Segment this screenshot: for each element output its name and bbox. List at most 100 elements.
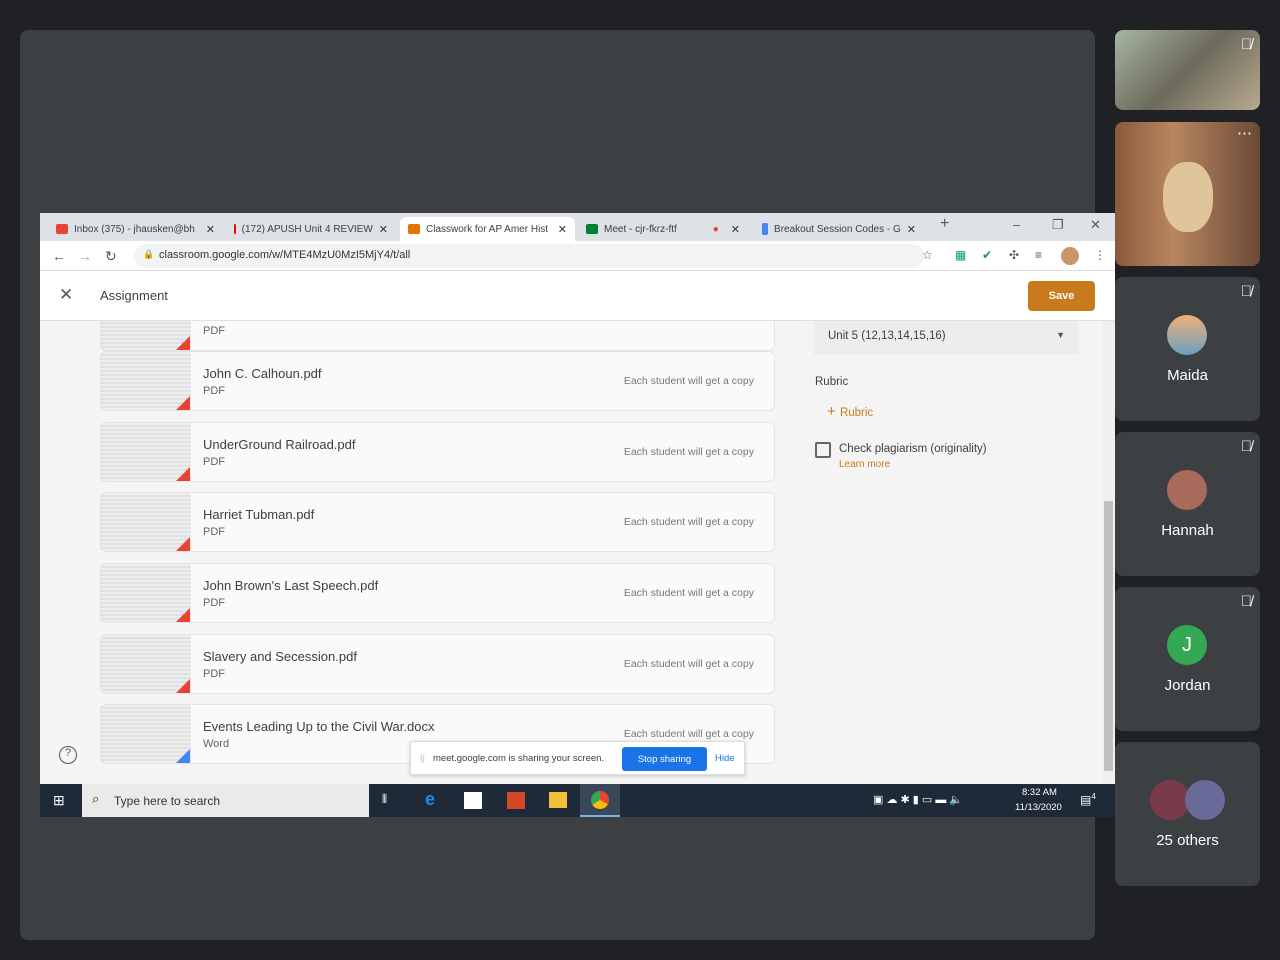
help-icon[interactable]: ? [59,746,77,764]
tab-meet[interactable]: Meet - cjr-fkrz-ftf ● ✕ [578,217,748,241]
close-icon[interactable]: ✕ [558,223,567,236]
tab-label: Inbox (375) - jhausken@bh [74,223,195,235]
word-icon [176,749,190,763]
save-button[interactable]: Save [1028,281,1095,311]
windows-taskbar: ⊞ ⌕ Type here to search ⫴ e ▣ ☁ ✱ ▮ ▭ ▬ 🔈… [40,784,1115,817]
docs-icon [762,223,769,235]
participant-video-host[interactable]: ⋯ [1115,122,1260,266]
clock-time[interactable]: 8:32 AM [1022,787,1057,798]
attachment-row[interactable]: UnderGround Railroad.pdf PDF Each studen… [100,422,775,482]
menu-icon[interactable]: ⋮ [1094,248,1106,262]
tab-youtube[interactable]: (172) APUSH Unit 4 REVIEW ✕ [226,217,396,241]
copy-mode-select[interactable]: Each student will get a copy [624,375,754,387]
tab-label: Classwork for AP Amer Hist [426,223,549,235]
participant-tile-jordan[interactable]: 🎙̸ J Jordan [1115,587,1260,731]
hide-button[interactable]: Hide [715,753,735,764]
stop-sharing-button[interactable]: Stop sharing [622,747,707,771]
attachment-row[interactable]: John Brown's Last Speech.pdf PDF Each st… [100,563,775,623]
notifications-icon[interactable]: ▤4 [1080,792,1096,807]
attachment-row[interactable]: Slavery and Secession.pdf PDF Each stude… [100,634,775,694]
gmail-icon [56,224,68,234]
check-extension-icon[interactable]: ✔ [982,248,992,262]
recording-icon: ● [712,223,719,235]
lock-icon: 🔒 [143,249,155,259]
copy-mode-select[interactable]: Each student will get a copy [624,658,754,670]
windows-start-icon[interactable]: ⊞ [53,792,65,809]
presentation-stage: Inbox (375) - jhausken@bh ✕ (172) APUSH U… [20,30,1115,940]
tab-gmail[interactable]: Inbox (375) - jhausken@bh ✕ [48,217,223,241]
pdf-icon [176,336,190,350]
close-icon[interactable]: ✕ [907,223,916,236]
powerpoint-icon[interactable] [507,792,525,809]
scrollbar[interactable] [1102,321,1115,784]
file-name: John C. Calhoun.pdf [203,366,322,381]
tab-docs[interactable]: Breakout Session Codes - G ✕ [754,217,924,241]
topic-select[interactable]: Unit 5 (12,13,14,15,16) ▼ [814,321,1079,355]
back-icon[interactable]: ← [52,248,66,264]
restore-button[interactable]: ❐ [1052,217,1064,233]
copy-mode-select[interactable]: Each student will get a copy [624,446,754,458]
file-type: Word [203,738,230,750]
add-rubric-button[interactable]: + Rubric [827,403,873,420]
participant-name: Jordan [1164,677,1211,694]
sheets-extension-icon[interactable]: ▦ [955,248,966,262]
attachment-row[interactable]: Harriet Tubman.pdf PDF Each student will… [100,492,775,552]
drag-handle[interactable]: || [420,753,425,764]
copy-mode-select[interactable]: Each student will get a copy [624,728,754,740]
close-icon[interactable]: ✕ [59,285,73,305]
avatar [1185,780,1225,820]
tab-classroom[interactable]: Classwork for AP Amer Hist ✕ [400,217,575,241]
file-type: PDF [203,597,225,609]
more-options-icon[interactable]: ⋯ [1237,124,1252,142]
minimize-button[interactable]: – [1013,217,1020,232]
assignment-content: PDF John C. Calhoun.pdf PDF Each student… [40,321,1115,784]
extensions-icon[interactable]: ✣ [1009,248,1019,262]
close-icon[interactable]: ✕ [731,223,740,236]
scrollbar-thumb[interactable] [1104,501,1113,771]
forward-icon[interactable]: → [78,248,92,264]
participant-video-self[interactable]: 🎙̸ [1115,30,1260,110]
plagiarism-label: Check plagiarism (originality) [839,443,987,455]
plus-icon: + [827,403,840,420]
edge-icon[interactable]: e [425,789,435,810]
attachment-row[interactable]: John C. Calhoun.pdf PDF Each student wil… [100,351,775,411]
file-explorer-icon[interactable] [549,792,567,808]
taskbar-search-input[interactable]: ⌕ Type here to search [82,784,369,817]
close-icon[interactable]: ✕ [379,223,388,236]
close-icon[interactable]: ✕ [206,223,215,236]
profile-avatar[interactable] [1061,247,1079,265]
close-window-button[interactable]: ✕ [1090,217,1101,233]
assignment-header: ✕ Assignment Save [40,271,1115,321]
tab-label: Meet - cjr-fkrz-ftf [604,223,677,235]
attachment-row[interactable]: PDF [100,321,775,351]
pdf-icon [176,679,190,693]
chrome-icon [591,791,609,809]
avatar [1167,315,1207,355]
task-view-icon[interactable]: ⫴ [382,792,387,807]
file-type: PDF [203,526,225,538]
participant-tile-hannah[interactable]: 🎙̸ Hannah [1115,432,1260,576]
participant-tile-others[interactable]: 25 others [1115,742,1260,886]
plagiarism-checkbox[interactable] [815,442,831,458]
file-type: PDF [203,385,225,397]
muted-mic-icon: 🎙̸ [1240,438,1252,455]
system-tray-icons[interactable]: ▣ ☁ ✱ ▮ ▭ ▬ 🔈 [873,793,963,806]
file-type: PDF [203,325,225,337]
participant-face [1163,162,1213,232]
clock-date[interactable]: 11/13/2020 [1015,802,1062,813]
url-input[interactable]: 🔒 classroom.google.com/w/MTE4MzU0MzI5MjY4… [134,244,924,268]
learn-more-link[interactable]: Learn more [839,459,890,470]
chrome-taskbar-button[interactable] [580,784,620,817]
file-name: John Brown's Last Speech.pdf [203,578,379,593]
store-icon[interactable] [464,792,482,809]
settings-panel: Unit 5 (12,13,14,15,16) ▼ Rubric + Rubric… [800,321,1103,784]
participant-tile-maida[interactable]: 🎙̸ Maida [1115,277,1260,421]
media-icon[interactable]: ≡ [1035,248,1042,262]
copy-mode-select[interactable]: Each student will get a copy [624,587,754,599]
meet-icon [586,224,598,234]
search-icon: ⌕ [92,791,100,806]
new-tab-button[interactable]: + [940,215,949,233]
star-icon[interactable]: ☆ [922,248,933,262]
copy-mode-select[interactable]: Each student will get a copy [624,516,754,528]
reload-icon[interactable]: ↻ [105,248,117,265]
